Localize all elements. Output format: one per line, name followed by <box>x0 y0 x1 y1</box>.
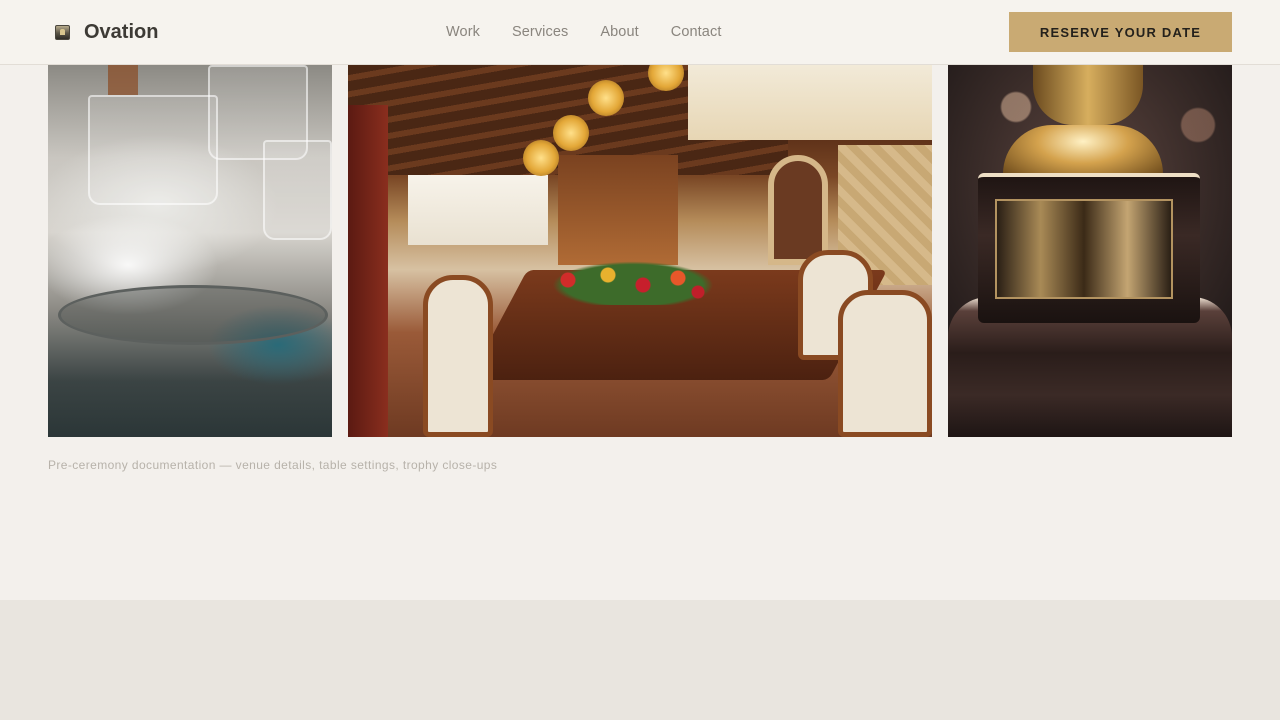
nav-link-work[interactable]: Work <box>446 24 480 42</box>
image-detail <box>558 155 678 265</box>
glassware-table-setting-image[interactable] <box>48 65 332 437</box>
image-detail <box>838 290 932 437</box>
image-detail <box>688 65 932 140</box>
nav-link-contact[interactable]: Contact <box>671 24 722 42</box>
reserve-date-button[interactable]: RESERVE YOUR DATE <box>1009 12 1232 52</box>
footer-band <box>0 600 1280 720</box>
brand-home-link[interactable]: Ovation <box>55 20 158 44</box>
image-detail <box>768 155 828 265</box>
trophy-close-up-image[interactable] <box>948 65 1232 437</box>
image-detail <box>408 175 548 245</box>
image-detail <box>58 285 328 345</box>
gallery-caption: Pre-ceremony documentation — venue detai… <box>48 458 498 472</box>
image-detail <box>263 140 332 240</box>
building-icon <box>55 24 70 40</box>
image-detail <box>548 260 718 305</box>
brand-name: Ovation <box>84 20 159 43</box>
image-detail <box>995 199 1173 299</box>
image-detail <box>108 65 138 95</box>
nav-link-services[interactable]: Services <box>512 24 568 42</box>
image-detail <box>553 115 589 151</box>
main-nav: Work Services About Contact <box>446 24 721 42</box>
image-detail <box>423 275 493 437</box>
site-header: Ovation Work Services About Contact RESE… <box>0 0 1280 65</box>
image-detail <box>588 80 624 116</box>
image-detail <box>523 140 559 176</box>
image-detail <box>348 105 388 437</box>
image-detail <box>88 95 218 205</box>
nav-link-about[interactable]: About <box>600 24 638 42</box>
dining-hall-venue-image[interactable] <box>348 65 932 437</box>
image-detail <box>1033 65 1143 125</box>
image-detail <box>1003 125 1163 180</box>
